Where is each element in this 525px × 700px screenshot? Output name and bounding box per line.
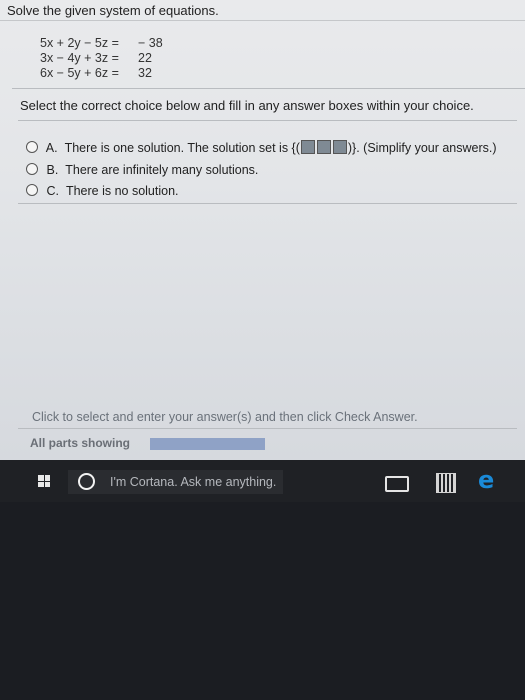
equation-1-right: − 38 bbox=[138, 36, 163, 50]
answer-box-x[interactable] bbox=[300, 140, 315, 154]
browser-content: Solve the given system of equations. 5x … bbox=[0, 0, 525, 460]
choice-b-text: There are infinitely many solutions. bbox=[65, 163, 259, 177]
divider bbox=[12, 88, 525, 89]
edge-browser-icon[interactable]: e bbox=[478, 466, 494, 494]
question-title: Solve the given system of equations. bbox=[7, 3, 219, 18]
equation-2-left: 3x − 4y + 3z = bbox=[40, 51, 119, 65]
choice-c-letter: C. bbox=[46, 184, 59, 198]
radio-a[interactable] bbox=[26, 141, 38, 153]
instruction-text: Select the correct choice below and fill… bbox=[20, 98, 474, 113]
choice-a-suffix: )}. (Simplify your answers.) bbox=[347, 141, 497, 155]
choice-b[interactable]: B. There are infinitely many solutions. bbox=[26, 163, 258, 177]
divider bbox=[18, 203, 517, 204]
radio-b[interactable] bbox=[26, 163, 38, 175]
answer-box-z[interactable] bbox=[332, 140, 347, 154]
equation-2-right: 22 bbox=[138, 51, 152, 65]
equation-3-right: 32 bbox=[138, 66, 152, 80]
divider bbox=[18, 428, 517, 429]
cortana-search-box[interactable]: I'm Cortana. Ask me anything. bbox=[68, 470, 283, 494]
progress-fill bbox=[150, 438, 265, 450]
choice-a-text: There is one solution. The solution set … bbox=[64, 141, 300, 155]
choice-c-text: There is no solution. bbox=[65, 184, 179, 198]
parts-progress-bar bbox=[150, 438, 265, 450]
answer-box-y[interactable] bbox=[316, 140, 331, 154]
choice-a[interactable]: A. There is one solution. The solution s… bbox=[26, 140, 497, 155]
windows-start-icon[interactable] bbox=[38, 475, 50, 487]
equation-3-left: 6x − 5y + 6z = bbox=[40, 66, 119, 80]
cortana-placeholder: I'm Cortana. Ask me anything. bbox=[110, 475, 277, 489]
question-header: Solve the given system of equations. bbox=[0, 0, 525, 21]
calculator-icon[interactable] bbox=[436, 473, 456, 493]
help-text: Click to select and enter your answer(s)… bbox=[32, 410, 418, 424]
divider bbox=[18, 120, 517, 121]
parts-showing-label: All parts showing bbox=[30, 436, 131, 450]
choice-c[interactable]: C. There is no solution. bbox=[26, 184, 179, 198]
task-view-icon[interactable] bbox=[385, 476, 409, 492]
cortana-icon bbox=[78, 473, 95, 490]
radio-c[interactable] bbox=[26, 184, 38, 196]
equation-1-left: 5x + 2y − 5z = bbox=[40, 36, 119, 50]
taskbar: I'm Cortana. Ask me anything. e bbox=[0, 460, 525, 502]
choice-a-letter: A. bbox=[45, 141, 58, 155]
choice-b-letter: B. bbox=[46, 163, 59, 177]
